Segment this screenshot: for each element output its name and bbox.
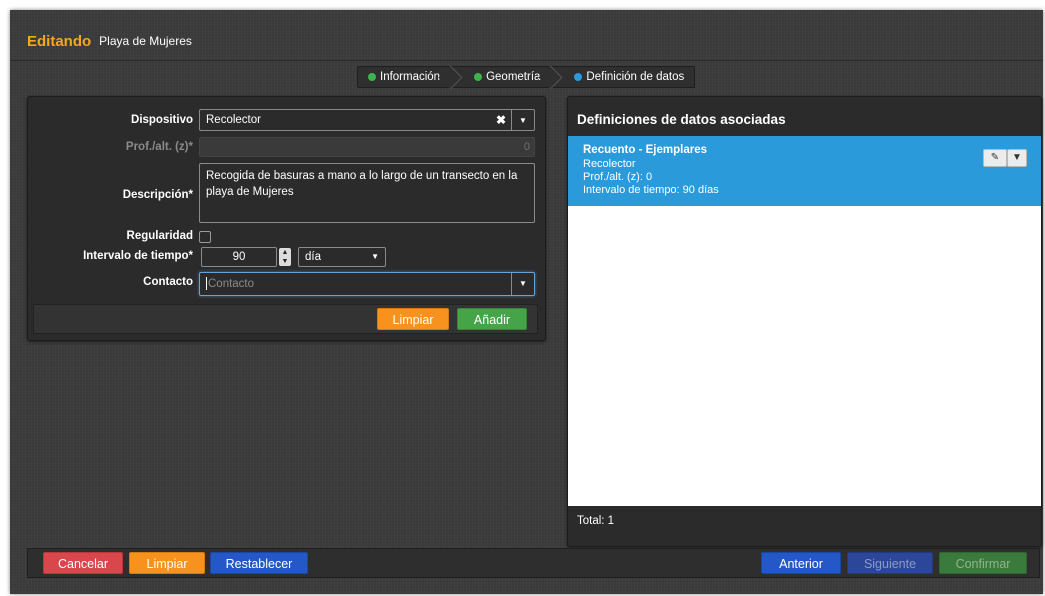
record-title: Recuento - Ejemplares <box>583 144 707 156</box>
contact-label: Contacto <box>143 276 193 288</box>
list-item[interactable]: Recuento - Ejemplares Recolector Prof./a… <box>568 136 1041 206</box>
add-button[interactable]: Añadir <box>457 308 527 330</box>
form-clear-button[interactable]: Limpiar <box>377 308 449 330</box>
form-actions: Limpiar Añadir <box>33 304 538 334</box>
edit-icon[interactable]: ✎ <box>983 149 1007 167</box>
associated-definitions-panel: Definiciones de datos asociadas Recuento… <box>567 96 1042 547</box>
title-bar: Editando Playa de Mujeres <box>10 30 1043 52</box>
text-cursor <box>206 277 207 291</box>
reset-button[interactable]: Restablecer <box>210 552 308 574</box>
definitions-list: Recuento - Ejemplares Recolector Prof./a… <box>568 136 1041 506</box>
record-interval: Intervalo de tiempo: 90 días <box>583 184 719 196</box>
regularity-checkbox[interactable] <box>199 231 211 243</box>
clear-x-icon[interactable]: ✖ <box>496 113 506 127</box>
record-device: Recolector <box>583 158 636 170</box>
description-label: Descripción* <box>122 189 193 201</box>
wizard-steps: Información Geometría Definición de dato… <box>357 65 696 90</box>
divider <box>10 60 1043 61</box>
editor-window: Editando Playa de Mujeres Información Ge… <box>10 10 1043 594</box>
step-definicion-datos[interactable]: Definición de datos <box>551 66 696 88</box>
contact-select[interactable]: Contacto ▼ <box>199 272 535 296</box>
interval-label: Intervalo de tiempo* <box>83 250 193 262</box>
previous-button[interactable]: Anterior <box>761 552 841 574</box>
cancel-button[interactable]: Cancelar <box>43 552 123 574</box>
mode-title: Editando <box>27 32 92 50</box>
regularity-label: Regularidad <box>126 230 193 242</box>
clear-button[interactable]: Limpiar <box>129 552 205 574</box>
interval-unit-select[interactable]: día ▼ <box>298 247 386 267</box>
caret-down-icon[interactable]: ▼ <box>511 273 534 295</box>
caret-down-icon[interactable]: ▼ <box>1007 149 1027 167</box>
depth-label: Prof./alt. (z)* <box>125 141 193 153</box>
status-dot-icon <box>368 73 376 81</box>
wizard-footer: Cancelar Limpiar Restablecer Anterior Si… <box>27 548 1040 578</box>
step-label: Geometría <box>486 71 541 83</box>
interval-input[interactable]: 90 <box>201 247 277 267</box>
panel-title: Definiciones de datos asociadas <box>577 112 786 127</box>
contact-placeholder: Contacto <box>208 278 255 290</box>
device-value: Recolector <box>206 114 261 126</box>
definition-form: Dispositivo Recolector ✖ ▼ Prof./alt. (z… <box>27 96 546 341</box>
depth-input[interactable]: 0 <box>199 137 535 157</box>
spinner-arrows-icon[interactable]: ▲ ▼ <box>279 248 291 266</box>
next-button[interactable]: Siguiente <box>847 552 933 574</box>
total-count: Total: 1 <box>577 515 615 527</box>
caret-down-icon: ▼ <box>371 252 379 261</box>
step-label: Definición de datos <box>586 71 685 83</box>
description-textarea[interactable]: Recogida de basuras a mano a lo largo de… <box>199 163 535 223</box>
status-dot-icon <box>574 73 583 81</box>
confirm-button[interactable]: Confirmar <box>939 552 1027 574</box>
device-select[interactable]: Recolector ✖ ▼ <box>199 109 535 131</box>
step-informacion[interactable]: Información <box>357 65 463 90</box>
status-dot-icon <box>474 73 483 81</box>
record-name: Playa de Mujeres <box>99 34 192 48</box>
device-label: Dispositivo <box>131 114 193 126</box>
step-label: Información <box>380 71 441 83</box>
step-geometria[interactable]: Geometría <box>451 65 563 90</box>
caret-down-icon[interactable]: ▼ <box>511 110 534 130</box>
record-depth: Prof./alt. (z): 0 <box>583 171 653 183</box>
interval-unit-value: día <box>305 251 321 263</box>
